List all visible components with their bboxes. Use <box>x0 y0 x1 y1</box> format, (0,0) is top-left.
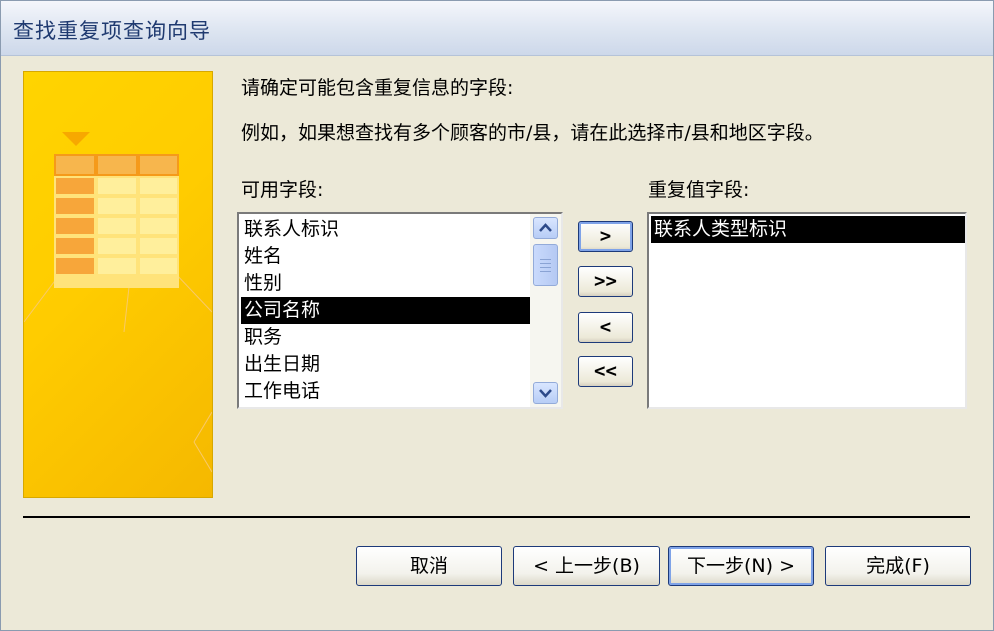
example-text: 例如，如果想查找有多个顾客的市/县，请在此选择市/县和地区字段。 <box>241 122 824 144</box>
next-button[interactable]: 下一步(N) > <box>668 546 814 586</box>
duplicate-fields-list[interactable]: 联系人类型标识 <box>647 212 967 409</box>
table-wizard-icon <box>24 132 212 473</box>
wizard-illustration <box>23 71 213 498</box>
add-all-fields-button[interactable]: >> <box>578 266 633 297</box>
list-item[interactable]: 职务 <box>241 324 530 351</box>
back-button[interactable]: < 上一步(B) <box>513 546 660 586</box>
list-item[interactable]: 出生日期 <box>241 351 530 378</box>
scroll-up-button[interactable] <box>533 217 558 239</box>
list-item-selected[interactable]: 公司名称 <box>241 297 530 324</box>
list-item[interactable]: 性别 <box>241 270 530 297</box>
chevron-up-icon <box>539 223 552 232</box>
finish-button[interactable]: 完成(F) <box>825 546 971 586</box>
list-item[interactable]: 姓名 <box>241 243 530 270</box>
instruction-text: 请确定可能包含重复信息的字段: <box>241 77 514 99</box>
list-item[interactable]: 工作电话 <box>241 378 530 405</box>
duplicate-fields-label: 重复值字段: <box>648 179 750 201</box>
list-item-selected[interactable]: 联系人类型标识 <box>651 216 965 243</box>
wizard-dialog: 查找重复项查询向导 请确定可能包含重复信息的字段: 例如，如果想查找有多个顾客的… <box>0 0 994 631</box>
cancel-button[interactable]: 取消 <box>356 546 502 586</box>
scroll-thumb[interactable] <box>533 244 558 286</box>
available-fields-label: 可用字段: <box>241 179 324 201</box>
remove-field-button[interactable]: < <box>578 312 633 343</box>
available-fields-list[interactable]: 联系人标识 姓名 性别 公司名称 职务 出生日期 工作电话 <box>237 212 563 409</box>
vertical-scrollbar[interactable] <box>530 214 561 407</box>
title-bar: 查找重复项查询向导 <box>1 1 993 56</box>
add-field-button[interactable]: > <box>578 221 633 252</box>
window-title: 查找重复项查询向导 <box>13 19 211 43</box>
list-item[interactable]: 联系人标识 <box>241 216 530 243</box>
chevron-down-icon <box>539 389 552 398</box>
scroll-down-button[interactable] <box>533 382 558 404</box>
divider <box>23 516 970 518</box>
remove-all-fields-button[interactable]: << <box>578 356 633 387</box>
